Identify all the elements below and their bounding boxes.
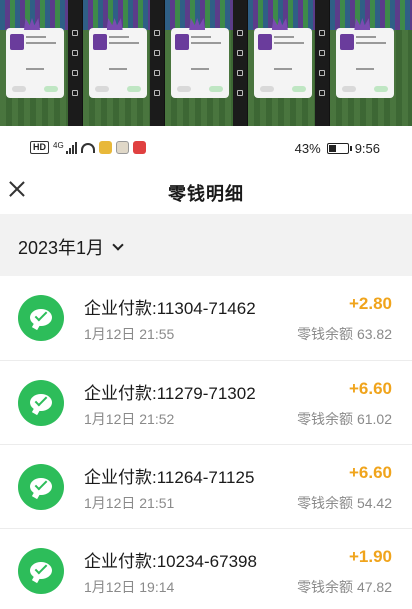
wechat-pay-icon [18, 380, 64, 426]
transaction-title: 企业付款:11279-71302 [84, 384, 256, 403]
transaction-amount: +6.60 [348, 463, 392, 482]
reward-dialog-image [171, 28, 230, 98]
transaction-time: 1月12日 21:55 [84, 326, 175, 342]
screenshot-thumbnail [82, 0, 166, 126]
chevron-down-icon [112, 238, 124, 251]
reward-dialog-image [336, 28, 395, 98]
reward-dialog-image [6, 28, 64, 98]
page-header: 零钱明细 [0, 168, 412, 214]
status-bar-left: HD 4G [30, 141, 146, 154]
transaction-list: 企业付款:11304-71462 1月12日 21:55 +2.80 零钱余额 … [0, 276, 412, 609]
signal-icon [65, 141, 77, 154]
wechat-pay-icon [18, 464, 64, 510]
transaction-row[interactable]: 企业付款:10234-67398 1月12日 19:14 +1.90 零钱余额 … [0, 528, 412, 609]
transaction-title: 企业付款:10234-67398 [84, 552, 257, 571]
network-gen-label: 4G [53, 141, 64, 150]
page-title: 零钱明细 [168, 184, 244, 204]
month-filter-bar: 2023年1月 [0, 214, 412, 276]
transaction-time: 1月12日 19:14 [84, 579, 175, 595]
transaction-amount: +6.60 [348, 379, 392, 398]
screenshot-thumbnail [0, 0, 83, 126]
screenshot-thumbnail [330, 0, 412, 126]
screenshot-thumbnail [247, 0, 331, 126]
wifi-icon [80, 142, 95, 153]
battery-percent: 43% [294, 141, 321, 156]
reward-dialog-image [253, 28, 312, 98]
battery-icon [326, 143, 352, 154]
app-notification-icon [132, 141, 146, 154]
month-label: 2023年1月 [18, 238, 105, 258]
app-notification-icon [115, 141, 129, 154]
transaction-amount: +2.80 [348, 294, 392, 313]
reward-dialog-image [88, 28, 147, 98]
transaction-time: 1月12日 21:51 [84, 495, 175, 511]
screenshot-thumbnail [165, 0, 248, 126]
status-bar-right: 43% 9:56 [295, 141, 380, 156]
transaction-balance: 零钱余额 61.02 [297, 411, 392, 427]
transaction-title: 企业付款:11264-71125 [84, 468, 255, 487]
screenshot-thumbnail-strip [0, 0, 412, 126]
transaction-row[interactable]: 企业付款:11304-71462 1月12日 21:55 +2.80 零钱余额 … [0, 276, 412, 360]
transaction-row[interactable]: 企业付款:11264-71125 1月12日 21:51 +6.60 零钱余额 … [0, 444, 412, 528]
wechat-pay-icon [18, 548, 64, 594]
hd-badge: HD [30, 141, 49, 154]
transaction-row[interactable]: 企业付款:11279-71302 1月12日 21:52 +6.60 零钱余额 … [0, 360, 412, 444]
transaction-balance: 零钱余额 47.82 [297, 579, 392, 595]
transaction-balance: 零钱余额 54.42 [297, 495, 392, 511]
transaction-balance: 零钱余额 63.82 [297, 326, 392, 342]
app-notification-icon [98, 141, 112, 154]
clock: 9:56 [354, 141, 380, 156]
transaction-time: 1月12日 21:52 [84, 411, 175, 427]
wechat-pay-icon [18, 295, 64, 341]
transaction-amount: +1.90 [348, 547, 392, 566]
transaction-title: 企业付款:11304-71462 [84, 299, 256, 318]
battery-level [328, 145, 336, 152]
month-selector[interactable]: 2023年1月 [18, 234, 124, 260]
status-bar: HD 4G 43% 9:56 [0, 136, 412, 162]
